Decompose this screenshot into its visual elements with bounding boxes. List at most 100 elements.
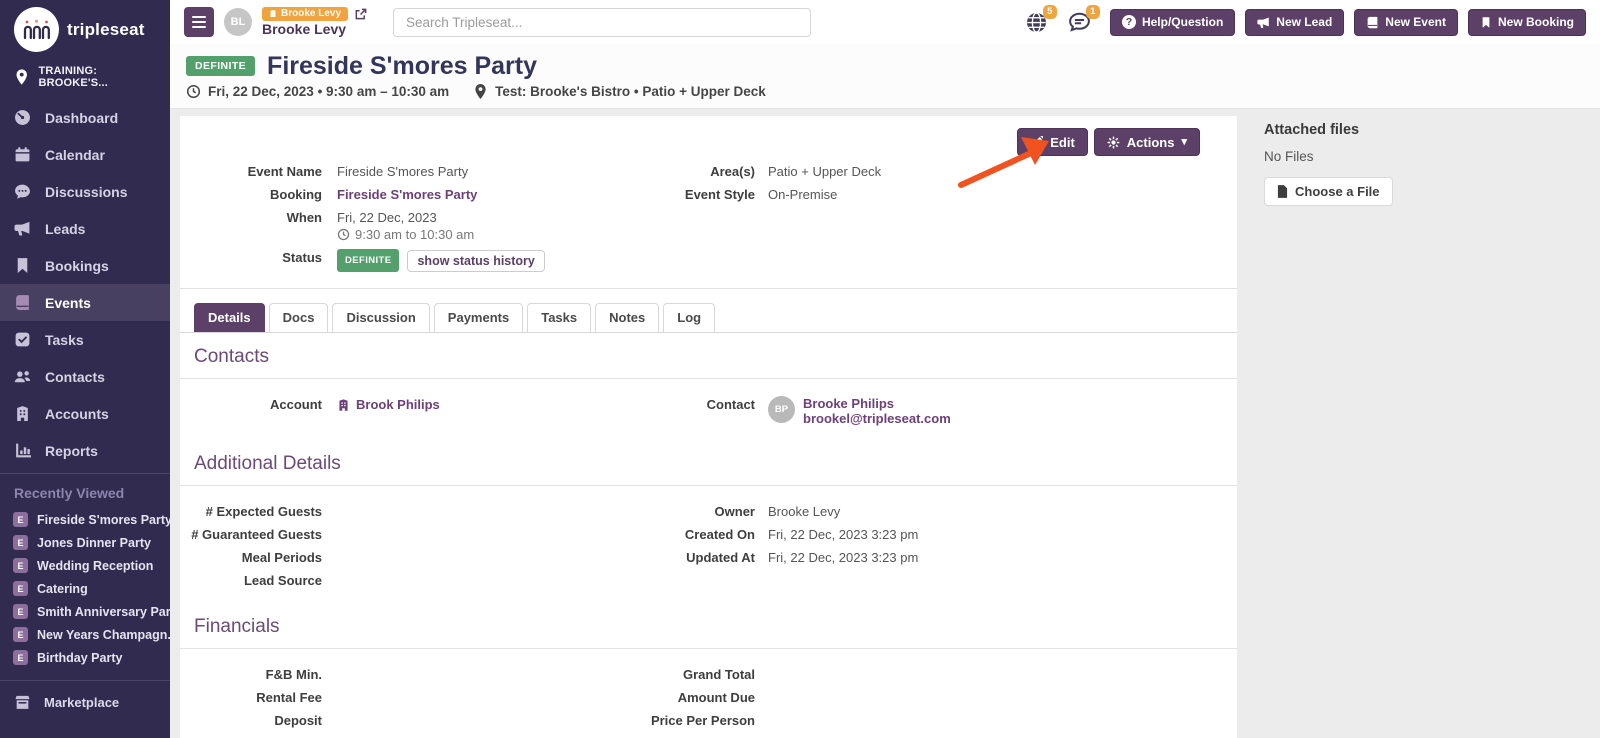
new-event-label: New Event [1385, 15, 1446, 29]
recently-viewed-item[interactable]: E Jones Dinner Party [0, 531, 170, 554]
user-block: Brooke Levy Brooke Levy [262, 7, 367, 37]
sidebar-item-marketplace[interactable]: Marketplace [0, 680, 170, 724]
when-date: Fri, 22 Dec, 2023 [337, 210, 437, 225]
tab-discussion[interactable]: Discussion [332, 303, 430, 332]
sidebar-item-tasks[interactable]: Tasks [0, 321, 170, 358]
help-question-button[interactable]: ? Help/Question [1109, 8, 1236, 36]
storefront-icon [15, 695, 30, 709]
pencil-icon [1030, 135, 1044, 148]
new-event-button[interactable]: New Event [1354, 8, 1458, 36]
external-link-icon[interactable] [354, 8, 367, 21]
globe-notification-badge: 5 [1042, 4, 1057, 19]
messages[interactable]: 1 [1067, 4, 1100, 35]
meal-periods-label: Meal Periods [241, 550, 322, 565]
tab-notes[interactable]: Notes [595, 303, 660, 332]
event-style-label: Event Style [684, 187, 755, 202]
event-type-badge: E [13, 627, 28, 642]
event-style-value: On-Premise [768, 187, 838, 202]
expected-guests-value [337, 503, 620, 520]
event-type-badge: E [13, 558, 28, 573]
recently-viewed-item[interactable]: E Wedding Reception [0, 554, 170, 577]
show-status-history-button[interactable]: show status history [407, 249, 545, 272]
event-type-badge: E [13, 650, 28, 665]
recently-viewed-item[interactable]: E Catering [0, 577, 170, 600]
sidebar-item-events[interactable]: Events [0, 284, 170, 321]
tab-payments[interactable]: Payments [433, 303, 524, 332]
attached-files-rail: Attached files No Files Choose a File [1237, 109, 1600, 738]
grand-total-value [768, 666, 1237, 683]
discussions-icon [15, 184, 30, 199]
sidebar-item-bookings[interactable]: Bookings [0, 247, 170, 284]
actions-button[interactable]: Actions ▾ [1093, 128, 1200, 156]
recently-viewed-item[interactable]: E Birthday Party [0, 646, 170, 669]
tab-docs[interactable]: Docs [268, 303, 329, 332]
tripleseat-logo-icon [14, 7, 59, 52]
sidebar-item-contacts[interactable]: Contacts [0, 358, 170, 395]
menu-button[interactable] [184, 7, 214, 37]
recently-viewed-item[interactable]: E Fireside S'mores Party [0, 508, 172, 531]
sidebar-item-label: Discussions [45, 183, 128, 200]
amount-due-label: Amount Due [677, 690, 755, 705]
chart-icon [16, 443, 31, 458]
people-icon [14, 371, 31, 383]
edit-button[interactable]: Edit [1017, 128, 1088, 156]
contact-email-link[interactable]: brookel@tripleseat.com [803, 411, 951, 426]
tripleseat-logo[interactable]: tripleseat [0, 0, 170, 56]
event-type-badge: E [13, 512, 28, 527]
tab-details[interactable]: Details [194, 303, 265, 332]
recently-viewed-item[interactable]: E Smith Anniversary Party [0, 600, 182, 623]
recently-viewed-item[interactable]: E New Years Champagn... [0, 623, 178, 646]
event-datetime: Fri, 22 Dec, 2023 • 9:30 am – 10:30 am [208, 84, 450, 99]
recently-viewed-label: Fireside S'mores Party [37, 512, 172, 527]
tab-log[interactable]: Log [663, 303, 716, 332]
sidebar-item-label: Leads [45, 220, 86, 237]
contact-name-link[interactable]: Brooke Philips [803, 396, 951, 411]
user-name[interactable]: Brooke Levy [262, 21, 367, 37]
new-booking-button[interactable]: New Booking [1467, 8, 1586, 36]
sidebar-item-dashboard[interactable]: Dashboard [0, 99, 170, 136]
sidebar-item-calendar[interactable]: Calendar [0, 136, 170, 173]
areas-label: Area(s) [710, 164, 755, 179]
recently-viewed-section: Recently Viewed E Fireside S'mores Party… [0, 473, 182, 669]
venue-badge[interactable]: Brooke Levy [262, 7, 349, 21]
contact-label: Contact [706, 397, 755, 412]
user-avatar[interactable]: BL [224, 8, 252, 36]
sidebar-item-leads[interactable]: Leads [0, 210, 170, 247]
owner-label: Owner [714, 504, 755, 519]
sidebar-item-label: Dashboard [45, 109, 119, 126]
sidebar-item-accounts[interactable]: Accounts [0, 395, 170, 432]
recently-viewed-title: Recently Viewed [14, 485, 125, 501]
sidebar-location-switcher[interactable]: TRAINING: BROOKE'S... [0, 56, 170, 99]
recently-viewed-label: Smith Anniversary Party [37, 604, 182, 619]
notifications-globe[interactable]: 5 [1024, 4, 1057, 35]
contacts-section-title: Contacts [180, 333, 1237, 379]
booking-link[interactable]: Fireside S'mores Party [337, 187, 477, 202]
page-title: Fireside S'mores Party [267, 52, 538, 80]
venue-badge-label: Brooke Levy [281, 8, 342, 19]
calendar-icon [15, 147, 30, 162]
sidebar-item-label: Tasks [45, 331, 84, 348]
when-label: When [286, 210, 322, 225]
event-name-label: Event Name [247, 164, 322, 179]
fb-min-value [337, 666, 620, 683]
sidebar-item-discussions[interactable]: Discussions [0, 173, 170, 210]
when-time: 9:30 am to 10:30 am [355, 227, 475, 242]
file-icon [1277, 185, 1288, 198]
search-input[interactable] [393, 7, 812, 37]
owner-value: Brooke Levy [768, 504, 841, 519]
building-icon [339, 398, 348, 411]
sidebar-item-label: Contacts [45, 368, 105, 385]
choose-file-button[interactable]: Choose a File [1264, 177, 1393, 206]
sidebar-item-reports[interactable]: Reports [0, 432, 170, 469]
grand-total-label: Grand Total [683, 667, 755, 682]
new-lead-button[interactable]: New Lead [1245, 8, 1345, 36]
new-lead-label: New Lead [1276, 15, 1333, 29]
rental-fee-value [337, 689, 620, 706]
tab-tasks[interactable]: Tasks [527, 303, 592, 332]
sidebar-item-label: Accounts [45, 405, 109, 422]
choose-file-label: Choose a File [1295, 184, 1380, 199]
actions-button-label: Actions [1126, 134, 1175, 150]
venue-building-icon [270, 10, 276, 17]
account-link[interactable]: Brook Philips [356, 396, 440, 413]
dashboard-icon [15, 110, 30, 125]
